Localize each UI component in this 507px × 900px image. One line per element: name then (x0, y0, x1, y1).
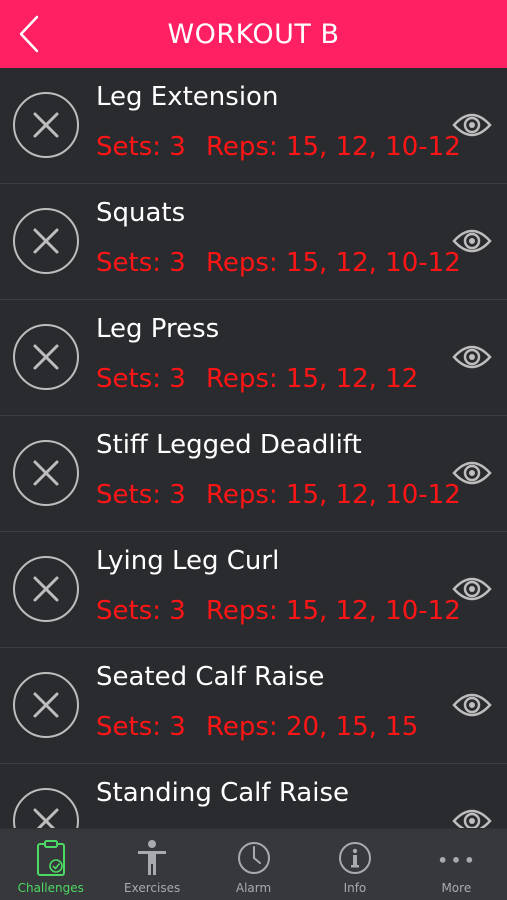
exercise-row[interactable]: Leg Extension Sets: 3 Reps: 15, 12, 10-1… (0, 68, 507, 184)
page-title: WORKOUT B (167, 18, 340, 50)
remove-exercise-button[interactable] (13, 788, 79, 828)
back-button[interactable] (12, 14, 46, 54)
exercise-reps: Reps: 15, 12, 10-12 (206, 596, 461, 626)
close-icon (33, 344, 59, 370)
exercise-list[interactable]: Leg Extension Sets: 3 Reps: 15, 12, 10-1… (0, 68, 507, 828)
app-screen: WORKOUT B Leg Extension Sets: 3 Reps: 15… (0, 0, 507, 900)
nav-header: WORKOUT B (0, 0, 507, 68)
eye-icon (452, 461, 492, 485)
exercise-sets: Sets: 3 (96, 712, 186, 742)
tab-challenges[interactable]: Challenges (0, 829, 101, 900)
exercise-name: Lying Leg Curl (96, 546, 280, 576)
eye-icon (452, 577, 492, 601)
exercise-row[interactable]: Lying Leg Curl Sets: 3 Reps: 15, 12, 10-… (0, 532, 507, 648)
tab-label: More (441, 881, 472, 895)
exercise-name: Leg Press (96, 314, 220, 344)
remove-exercise-button[interactable] (13, 556, 79, 622)
chevron-left-icon (19, 15, 39, 53)
eye-icon (452, 693, 492, 717)
eye-icon (452, 345, 492, 369)
exercise-sets: Sets: 3 (96, 132, 186, 162)
tab-label: Alarm (235, 881, 272, 895)
exercise-row[interactable]: Stiff Legged Deadlift Sets: 3 Reps: 15, … (0, 416, 507, 532)
remove-exercise-button[interactable] (13, 92, 79, 158)
remove-exercise-button[interactable] (13, 324, 79, 390)
tab-bar: Challenges Exercises Alarm Info More (0, 828, 507, 900)
close-icon (33, 808, 59, 828)
view-exercise-button[interactable] (450, 456, 494, 490)
more-dots-icon (436, 839, 476, 877)
view-exercise-button[interactable] (450, 688, 494, 722)
view-exercise-button[interactable] (450, 804, 494, 828)
view-exercise-button[interactable] (450, 572, 494, 606)
exercise-sets: Sets: 3 (96, 364, 186, 394)
view-exercise-button[interactable] (450, 224, 494, 258)
exercise-reps: Reps: 15, 12, 10-12 (206, 248, 461, 278)
exercise-sets: Sets: 3 (96, 248, 186, 278)
close-icon (33, 692, 59, 718)
tab-info[interactable]: Info (304, 829, 405, 900)
exercise-row[interactable]: Leg Press Sets: 3 Reps: 15, 12, 12 (0, 300, 507, 416)
tab-label: Exercises (124, 881, 181, 895)
exercise-sets: Sets: 3 (96, 480, 186, 510)
exercise-reps: Reps: 20, 15, 15 (206, 712, 419, 742)
exercise-name: Standing Calf Raise (96, 778, 350, 808)
exercise-row[interactable]: Seated Calf Raise Sets: 3 Reps: 20, 15, … (0, 648, 507, 764)
exercise-reps: Reps: 15, 12, 10-12 (206, 480, 461, 510)
view-exercise-button[interactable] (450, 108, 494, 142)
exercise-sets: Sets: 3 (96, 596, 186, 626)
person-icon (132, 839, 172, 877)
eye-icon (452, 113, 492, 137)
close-icon (33, 228, 59, 254)
remove-exercise-button[interactable] (13, 208, 79, 274)
exercise-name: Seated Calf Raise (96, 662, 325, 692)
exercise-reps: Reps: 15, 12, 12 (206, 364, 419, 394)
info-icon (335, 839, 375, 877)
exercise-row[interactable]: Squats Sets: 3 Reps: 15, 12, 10-12 (0, 184, 507, 300)
close-icon (33, 460, 59, 486)
close-icon (33, 112, 59, 138)
clipboard-check-icon (31, 839, 71, 877)
exercise-name: Stiff Legged Deadlift (96, 430, 362, 460)
remove-exercise-button[interactable] (13, 672, 79, 738)
tab-label: Info (343, 881, 367, 895)
exercise-name: Leg Extension (96, 82, 279, 112)
close-icon (33, 576, 59, 602)
view-exercise-button[interactable] (450, 340, 494, 374)
tab-label: Challenges (17, 881, 84, 895)
tab-exercises[interactable]: Exercises (101, 829, 202, 900)
tab-more[interactable]: More (406, 829, 507, 900)
clock-icon (234, 839, 274, 877)
eye-icon (452, 809, 492, 828)
exercise-reps: Reps: 15, 12, 10-12 (206, 132, 461, 162)
exercise-row[interactable]: Standing Calf Raise (0, 764, 507, 828)
remove-exercise-button[interactable] (13, 440, 79, 506)
exercise-name: Squats (96, 198, 186, 228)
tab-alarm[interactable]: Alarm (203, 829, 304, 900)
eye-icon (452, 229, 492, 253)
